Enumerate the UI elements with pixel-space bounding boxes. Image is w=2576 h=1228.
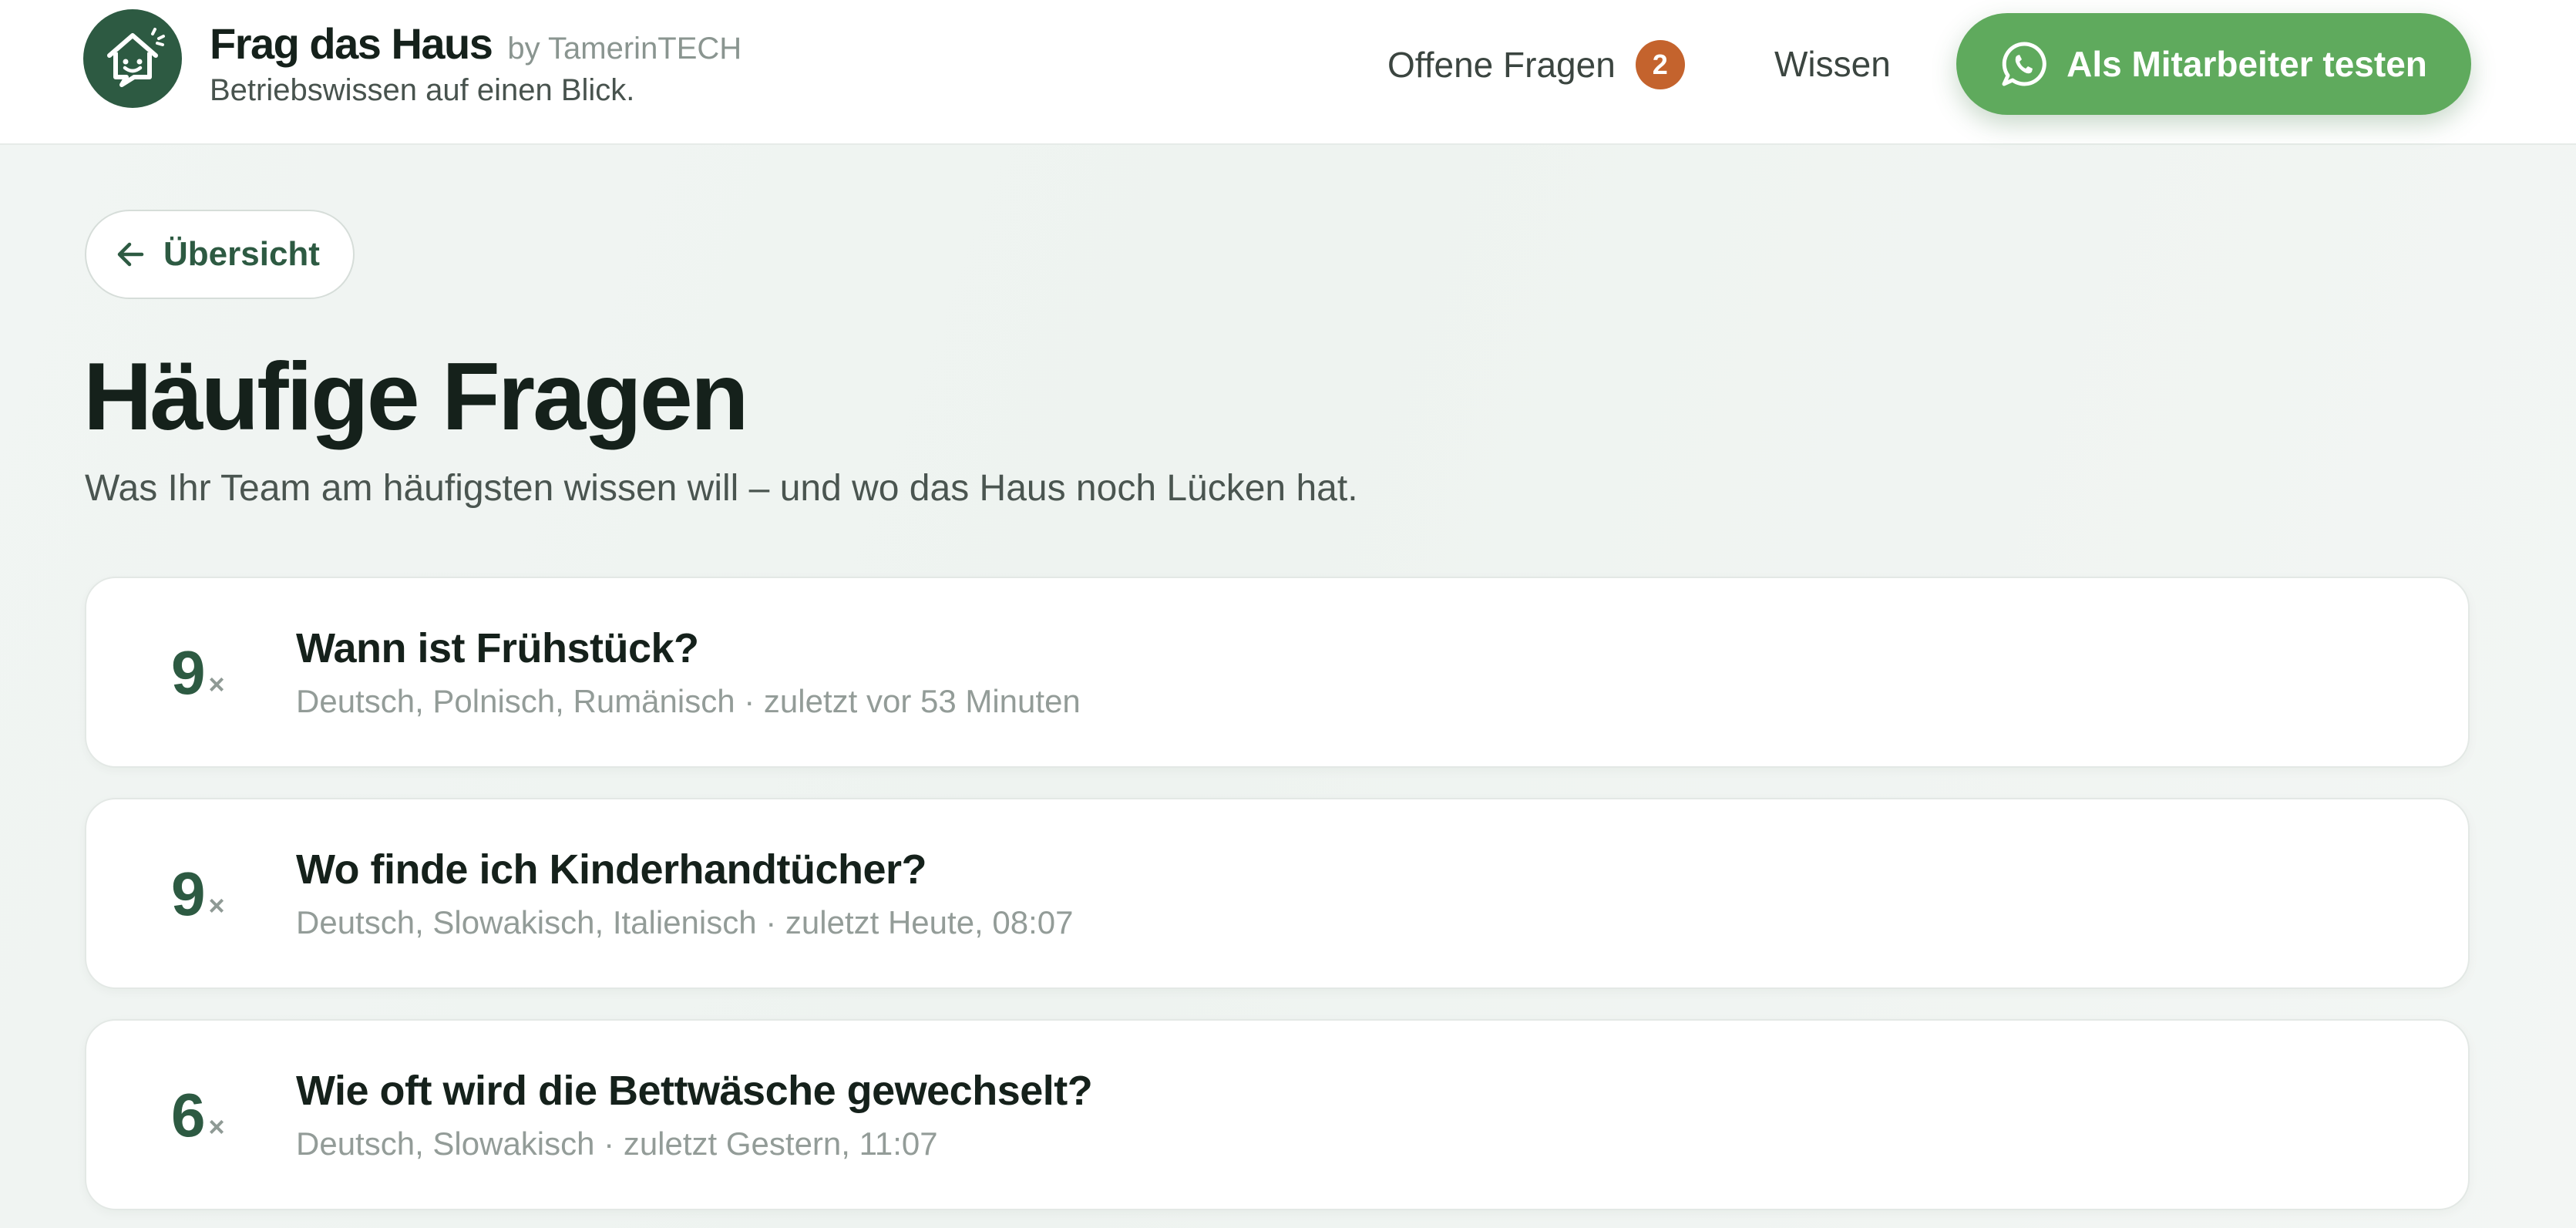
page-title: Häufige Fragen (83, 344, 749, 450)
brand-name: Frag das Haus (210, 19, 493, 68)
question-count-suffix: × (208, 668, 225, 700)
question-count: 9 × (171, 638, 225, 708)
question-count-number: 9 (171, 638, 206, 707)
brand-byline: by TamerinTECH (507, 32, 742, 66)
question-meta: Deutsch, Polnisch, Rumänisch · zuletzt v… (296, 683, 1081, 719)
arrow-left-icon (114, 237, 148, 271)
question-count-suffix: × (208, 1111, 225, 1142)
question-count: 9 × (171, 860, 225, 929)
whatsapp-icon (2000, 40, 2048, 88)
question-count-suffix: × (208, 890, 225, 921)
question-title: Wie oft wird die Bettwäsche gewechselt? (296, 1068, 1093, 1114)
page-subtitle: Was Ihr Team am häufigsten wissen will –… (85, 468, 1358, 509)
nav-open-questions[interactable]: Offene Fragen 2 (1387, 40, 1685, 89)
question-card[interactable]: 9 × Wo finde ich Kinderhandtücher? Deuts… (85, 798, 2470, 989)
nav-knowledge[interactable]: Wissen (1774, 43, 1891, 85)
brand-tagline: Betriebswissen auf einen Blick. (210, 73, 635, 107)
house-chat-icon[interactable] (83, 9, 182, 108)
nav-open-questions-label: Offene Fragen (1387, 45, 1616, 85)
question-card[interactable]: 9 × Wann ist Frühstück? Deutsch, Polnisc… (85, 577, 2470, 768)
question-count: 6 × (171, 1081, 225, 1150)
brand-line: Frag das Haus by TamerinTECH (210, 19, 742, 69)
question-count-number: 6 (171, 1081, 206, 1149)
back-to-overview-button[interactable]: Übersicht (85, 210, 355, 299)
brand-block: Frag das Haus by TamerinTECH Betriebswis… (210, 19, 742, 108)
app-header: Frag das Haus by TamerinTECH Betriebswis… (0, 0, 2576, 145)
test-as-employee-button[interactable]: Als Mitarbeiter testen (1956, 13, 2471, 115)
question-title: Wo finde ich Kinderhandtücher? (296, 846, 927, 893)
question-count-number: 9 (171, 860, 206, 928)
question-meta: Deutsch, Slowakisch · zuletzt Gestern, 1… (296, 1125, 938, 1162)
logo-glyph (107, 28, 165, 87)
question-card[interactable]: 6 × Wie oft wird die Bettwäsche gewechse… (85, 1019, 2470, 1210)
question-meta: Deutsch, Slowakisch, Italienisch · zulet… (296, 904, 1074, 940)
open-questions-count-badge: 2 (1635, 40, 1685, 89)
test-as-employee-label: Als Mitarbeiter testen (2067, 44, 2427, 84)
back-button-label: Übersicht (163, 235, 320, 273)
question-title: Wann ist Frühstück? (296, 625, 699, 671)
